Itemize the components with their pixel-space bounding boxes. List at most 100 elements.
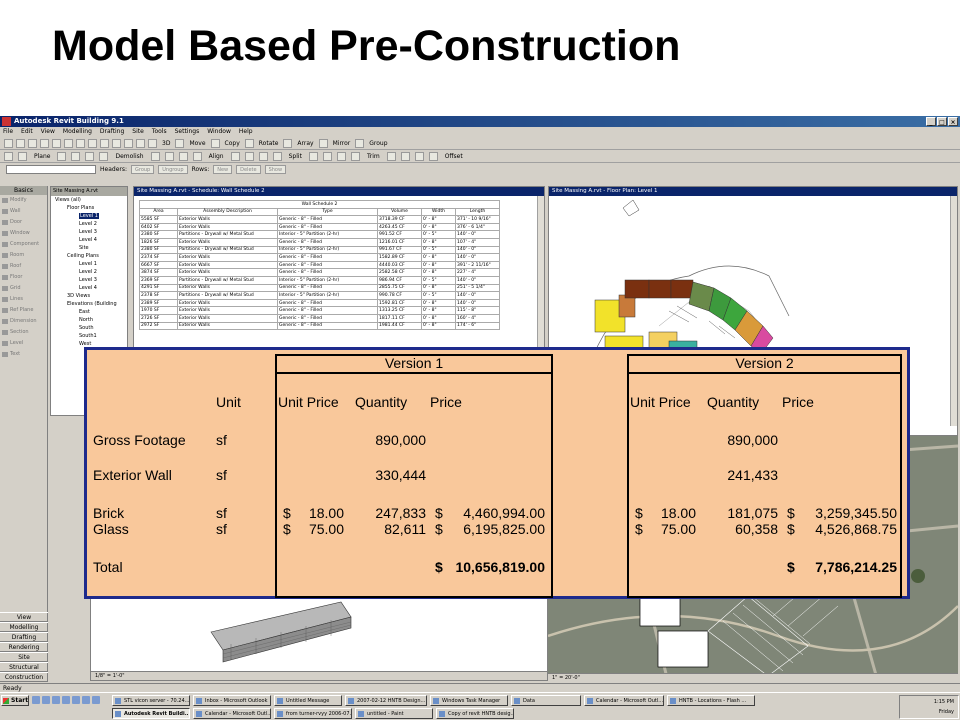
clock-time[interactable]: 1:15 PM bbox=[934, 699, 954, 705]
toolbar-tool-icon[interactable] bbox=[76, 138, 85, 148]
quick-launch-icon[interactable] bbox=[92, 696, 100, 704]
toolbar-tool-icon[interactable] bbox=[16, 138, 25, 148]
schedule-column-header[interactable]: Volume bbox=[377, 207, 422, 217]
group-tool-icon[interactable] bbox=[355, 138, 365, 148]
design-bar-tab-drafting[interactable]: Drafting bbox=[0, 632, 48, 642]
design-bar-tab-structural[interactable]: Structural bbox=[0, 662, 48, 672]
design-bar-section[interactable]: Section bbox=[0, 327, 47, 338]
move-tool-button[interactable]: Move bbox=[187, 140, 207, 147]
toolbar-tool-icon[interactable] bbox=[244, 151, 254, 161]
browser-tree-item[interactable]: South1 bbox=[51, 332, 127, 340]
browser-tree-item[interactable]: Level 4 bbox=[51, 284, 127, 292]
taskbar-button[interactable]: Windows Task Manager bbox=[430, 695, 508, 706]
quick-launch-icon[interactable] bbox=[62, 696, 70, 704]
design-bar-component[interactable]: Component bbox=[0, 239, 47, 250]
menu-tools[interactable]: Tools bbox=[152, 127, 167, 137]
table-row[interactable]: 2369 SF Partitions - Drywall w/ Metal Stu… bbox=[139, 275, 500, 285]
toolbar-tool-icon[interactable] bbox=[28, 138, 37, 148]
browser-tree-item[interactable]: Level 3 bbox=[51, 228, 127, 236]
design-bar-modify[interactable]: Modify bbox=[0, 195, 47, 206]
browser-tree-item[interactable]: South bbox=[51, 324, 127, 332]
quick-launch-icon[interactable] bbox=[32, 696, 40, 704]
array-tool-button[interactable]: Array bbox=[295, 140, 315, 147]
toolbar-tool-icon[interactable] bbox=[124, 138, 133, 148]
start-button[interactable]: Start bbox=[1, 695, 29, 706]
taskbar-button[interactable]: untitled - Paint bbox=[355, 708, 433, 719]
toolbar-tool-icon[interactable] bbox=[100, 138, 109, 148]
rotate-tool-icon[interactable] bbox=[244, 138, 254, 148]
table-row[interactable]: 2380 SF Partitions - Drywall w/ Metal Stu… bbox=[139, 245, 500, 255]
design-bar-ref-plane[interactable]: Ref Plane bbox=[0, 305, 47, 316]
browser-tree-item[interactable]: Elevations (Building bbox=[51, 300, 127, 308]
copy-tool-button[interactable]: Copy bbox=[223, 140, 242, 147]
schedule-column-header[interactable]: Assembly Description bbox=[177, 207, 278, 217]
toolbar-tool-icon[interactable] bbox=[428, 151, 438, 161]
toolbar-tool-icon[interactable] bbox=[64, 138, 73, 148]
taskbar-button[interactable]: Untitled Message bbox=[274, 695, 342, 706]
left-view-control-bar[interactable]: 1/8" = 1'-0" bbox=[91, 671, 547, 680]
design-bar-tab-modelling[interactable]: Modelling bbox=[0, 622, 48, 632]
toolbar-tool-icon[interactable] bbox=[272, 151, 282, 161]
table-row[interactable]: 4291 SF Exterior Walls Generic - 8" - Fill… bbox=[139, 283, 500, 293]
browser-tree-item[interactable]: Level 2 bbox=[51, 268, 127, 276]
browser-tree-item[interactable]: Level 3 bbox=[51, 276, 127, 284]
taskbar-button[interactable]: Data bbox=[511, 695, 581, 706]
design-bar-grid[interactable]: Grid bbox=[0, 283, 47, 294]
menu-site[interactable]: Site bbox=[132, 127, 144, 137]
taskbar-button[interactable]: HNTB - Locations - Flash ... bbox=[667, 695, 755, 706]
split-tool-button[interactable]: Split bbox=[287, 153, 304, 160]
toolbar-tool-icon[interactable] bbox=[4, 138, 13, 148]
design-bar-text[interactable]: Text bbox=[0, 349, 47, 360]
design-bar-room[interactable]: Room bbox=[0, 250, 47, 261]
toolbar-tool-icon[interactable] bbox=[150, 151, 160, 161]
quick-launch-icon[interactable] bbox=[72, 696, 80, 704]
toolbar-tool-icon[interactable] bbox=[112, 138, 121, 148]
maximize-button[interactable]: □ bbox=[937, 117, 947, 126]
toolbar-tool-icon[interactable] bbox=[308, 151, 318, 161]
move-tool-icon[interactable] bbox=[175, 138, 185, 148]
browser-tree-item[interactable]: Level 4 bbox=[51, 236, 127, 244]
taskbar-button[interactable]: Autodesk Revit Buildi... bbox=[112, 708, 190, 719]
menu-settings[interactable]: Settings bbox=[175, 127, 200, 137]
mirror-tool-icon[interactable] bbox=[318, 138, 328, 148]
mirror-tool-button[interactable]: Mirror bbox=[331, 140, 353, 147]
toolbar-tool-icon[interactable] bbox=[322, 151, 332, 161]
design-bar-floor[interactable]: Floor bbox=[0, 272, 47, 283]
taskbar-button[interactable]: STL vicon server - 70.24... bbox=[112, 695, 190, 706]
toolbar-tool-icon[interactable] bbox=[57, 151, 67, 161]
group-button[interactable]: Group bbox=[131, 164, 155, 174]
quick-launch-icon[interactable] bbox=[82, 696, 90, 704]
browser-tree-item[interactable]: Site bbox=[51, 244, 127, 252]
schedule-column-header[interactable]: Type bbox=[277, 207, 378, 217]
3d-tool-button[interactable]: 3D bbox=[160, 140, 172, 147]
design-bar-roof[interactable]: Roof bbox=[0, 261, 47, 272]
toolbar-tool-icon[interactable] bbox=[336, 151, 346, 161]
browser-tree-item[interactable]: 3D Views bbox=[51, 292, 127, 300]
show-button[interactable]: Show bbox=[264, 164, 287, 174]
taskbar-button[interactable]: Calendar - Microsoft Outl... bbox=[193, 708, 271, 719]
toolbar-tool-icon[interactable] bbox=[4, 151, 13, 161]
quick-launch-icon[interactable] bbox=[52, 696, 60, 704]
table-row[interactable]: 1970 SF Exterior Walls Generic - 8" - Fill… bbox=[139, 306, 500, 315]
type-selector[interactable] bbox=[6, 164, 96, 174]
browser-tree-item[interactable]: Level 1 bbox=[51, 260, 127, 268]
toolbar-tool-icon[interactable] bbox=[192, 151, 202, 161]
browser-tree-item[interactable]: East bbox=[51, 308, 127, 316]
menu-file[interactable]: File bbox=[3, 127, 13, 137]
align-tool-button[interactable]: Align bbox=[207, 153, 226, 160]
browser-tree-item[interactable]: North bbox=[51, 316, 127, 324]
design-bar-tab-rendering[interactable]: Rendering bbox=[0, 642, 48, 652]
schedule-column-header[interactable]: Width bbox=[421, 207, 456, 217]
toolbar-tool-icon[interactable] bbox=[164, 151, 174, 161]
menu-edit[interactable]: Edit bbox=[21, 127, 33, 137]
toolbar-tool-icon[interactable] bbox=[85, 151, 95, 161]
toolbar-tool-icon[interactable] bbox=[88, 138, 97, 148]
trim-tool-button[interactable]: Trim bbox=[365, 153, 382, 160]
schedule-column-header[interactable]: Area bbox=[139, 207, 178, 217]
design-bar-dimension[interactable]: Dimension bbox=[0, 316, 47, 327]
design-bar-tab-site[interactable]: Site bbox=[0, 652, 48, 662]
browser-tree-item[interactable]: Floor Plans bbox=[51, 204, 127, 212]
design-bar-wall[interactable]: Wall bbox=[0, 206, 47, 217]
table-row[interactable]: 6667 SF Exterior Walls Generic - 8" - Fill… bbox=[139, 260, 500, 270]
toolbar-tool-icon[interactable] bbox=[178, 151, 188, 161]
